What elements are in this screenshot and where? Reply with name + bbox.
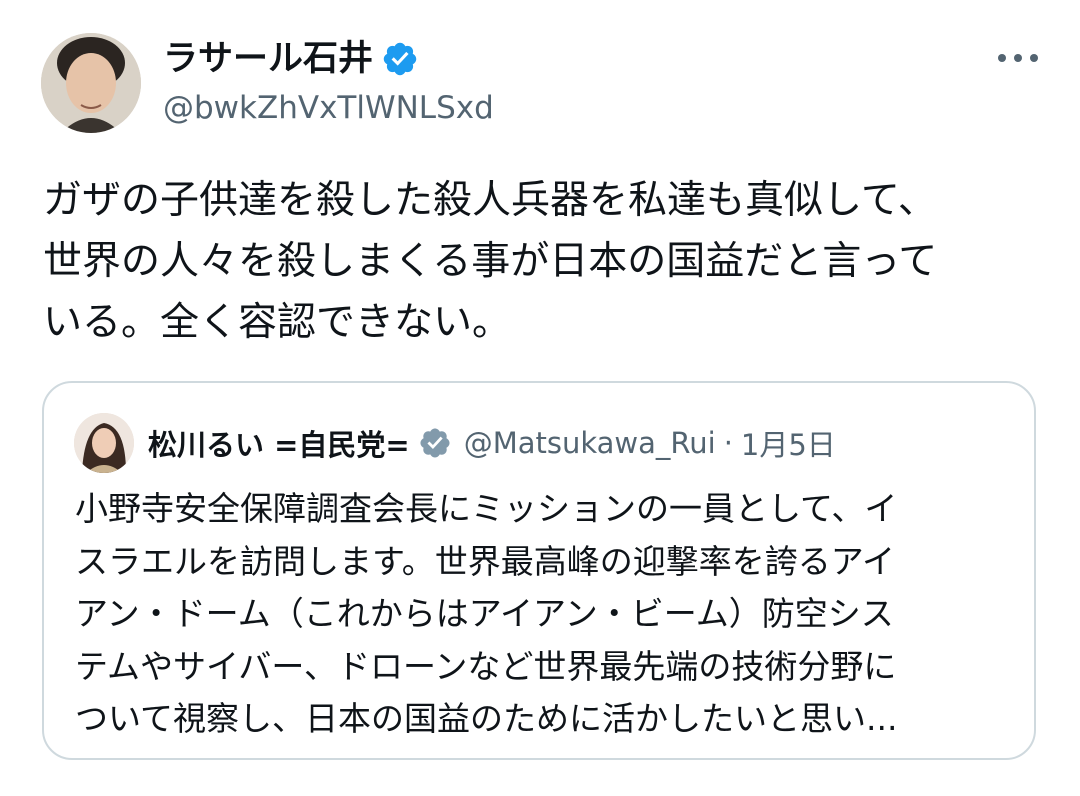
avatar-photo-icon	[74, 413, 134, 473]
author-avatar[interactable]	[41, 33, 141, 133]
quoted-tweet-header: 松川るい =自民党= @Matsukawa_Rui · 1月5日	[148, 419, 836, 467]
avatar-photo-icon	[41, 33, 141, 133]
verified-badge-icon	[381, 40, 419, 78]
quoted-tweet-text: 小野寺安全保障調査会長にミッションの一員として、イ スラエルを訪問します。世界最…	[75, 489, 898, 738]
tweet-text: ガザの子供達を殺した殺人兵器を私達も真似して、 世界の人々を殺しまくる事が日本の…	[43, 178, 938, 345]
author-name-row: ラサール石井	[163, 36, 419, 82]
more-options-button[interactable]	[996, 40, 1040, 76]
quoted-tweet-card[interactable]: 松川るい =自民党= @Matsukawa_Rui · 1月5日 小野寺安全保障…	[42, 381, 1036, 760]
meta-separator: ·	[723, 426, 733, 460]
quoted-author-handle: @Matsukawa_Rui	[463, 426, 716, 460]
more-options-icon	[998, 54, 1038, 62]
author-display-name[interactable]: ラサール石井	[163, 36, 373, 82]
quoted-author-avatar	[74, 413, 134, 473]
author-handle[interactable]: @bwkZhVxTlWNLSxd	[163, 86, 494, 130]
quoted-author-name: 松川るい =自民党=	[148, 428, 410, 462]
gov-verified-badge-icon	[418, 426, 452, 460]
quoted-tweet-date: 1月5日	[740, 428, 836, 462]
